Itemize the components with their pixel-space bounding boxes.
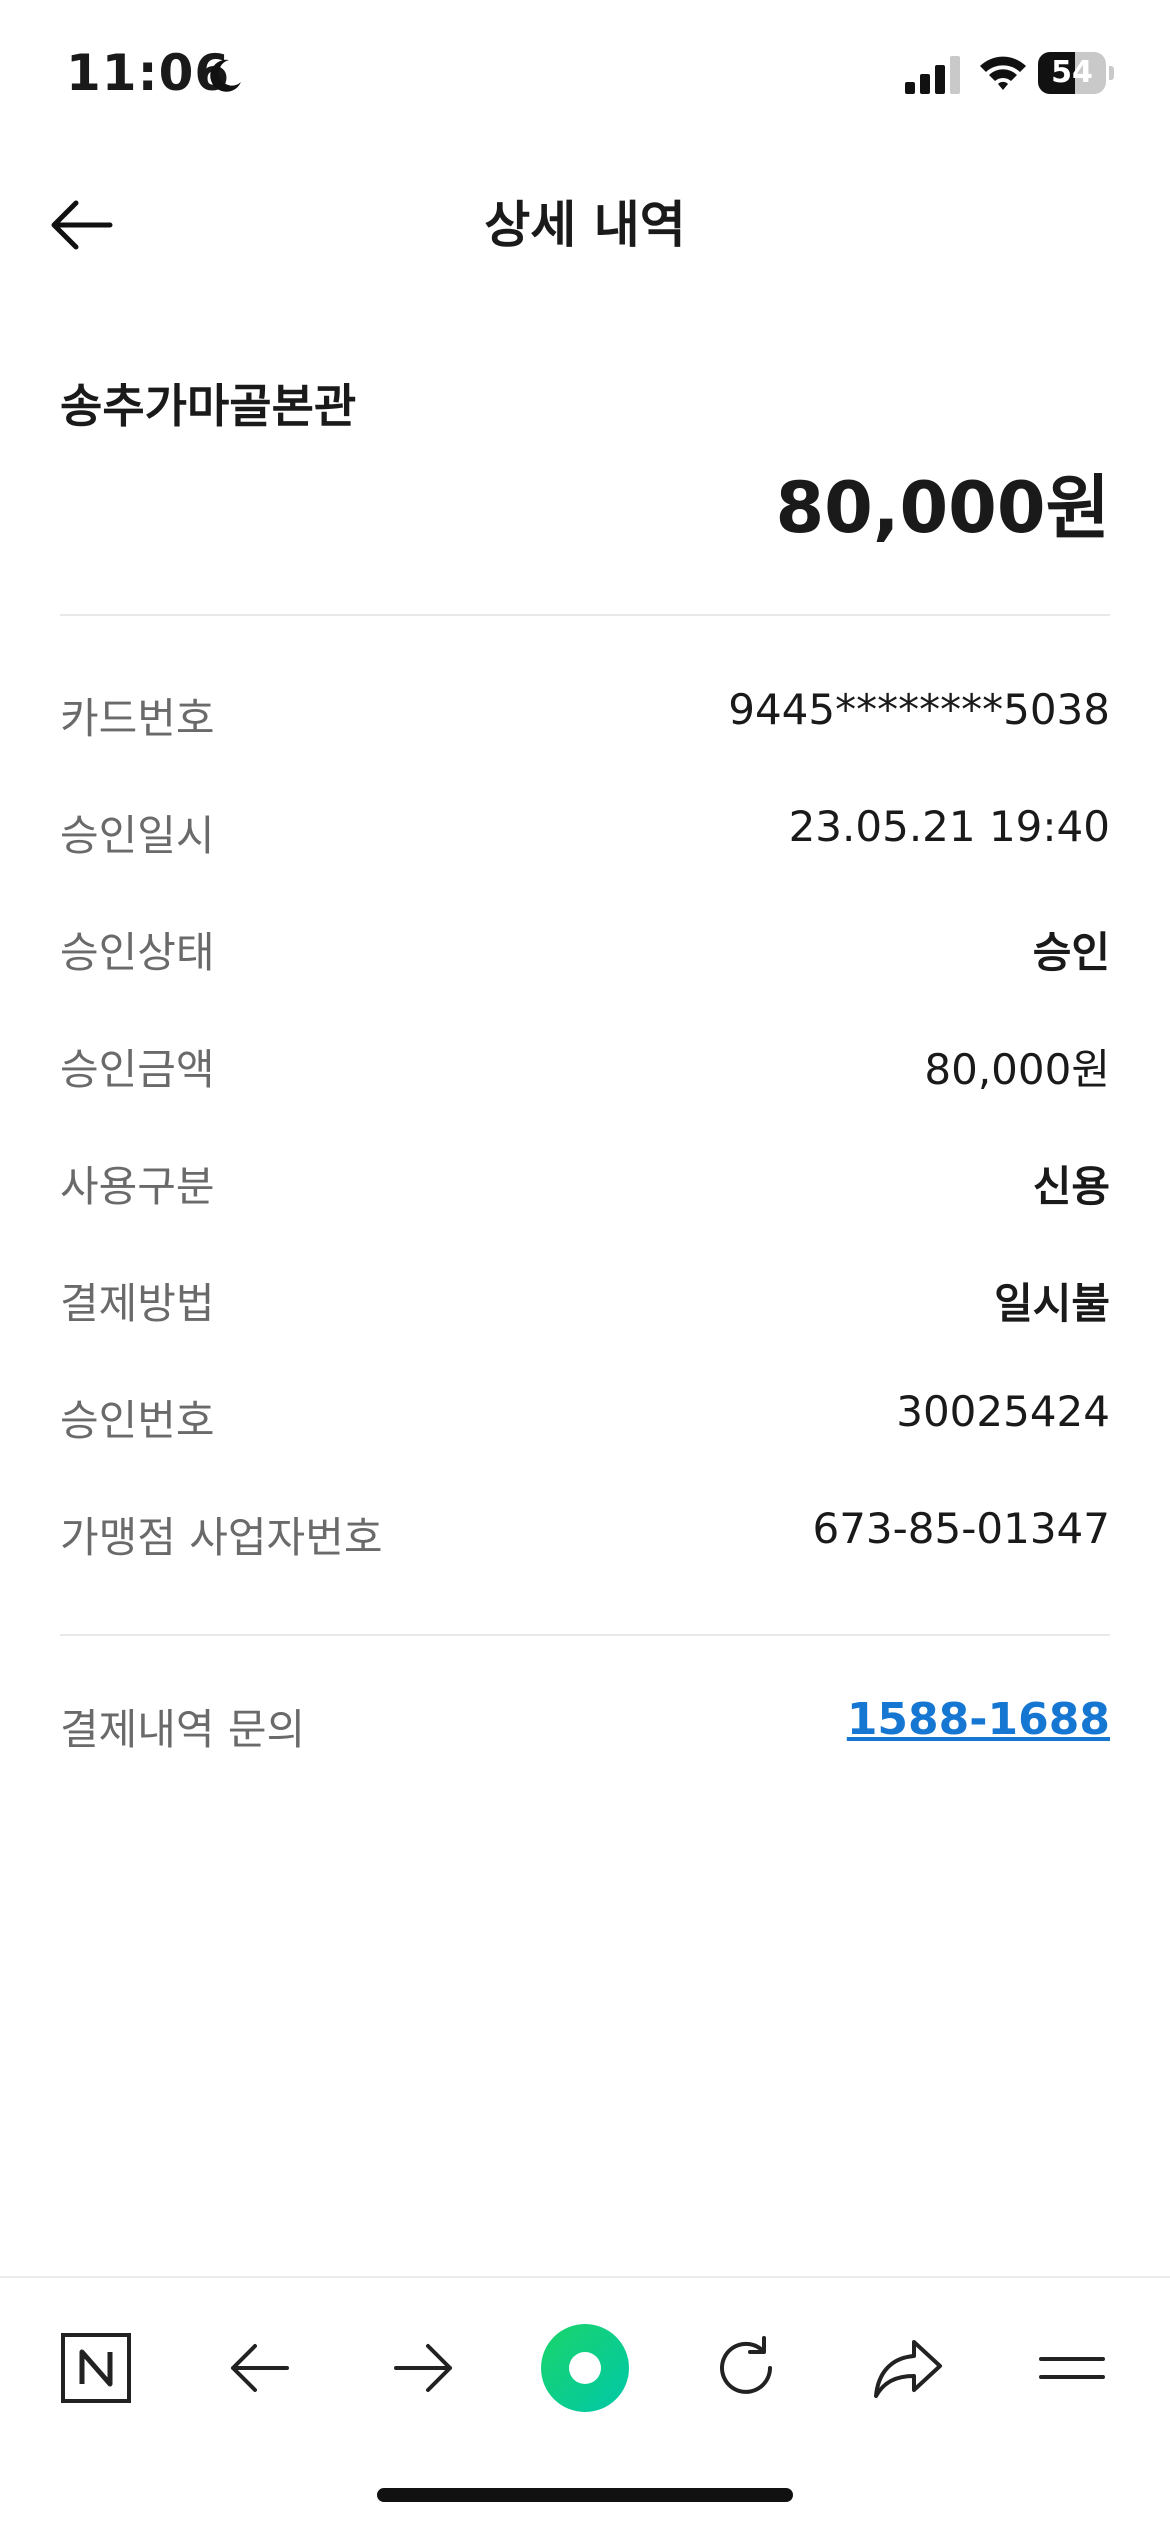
detail-label: 승인번호 — [60, 1396, 215, 1445]
battery-icon: 54 — [1038, 52, 1114, 94]
detail-row-payment-method: 결제방법 일시불 — [60, 1240, 1110, 1357]
home-indicator — [377, 2488, 793, 2502]
green-dot-icon — [541, 2324, 629, 2412]
detail-label: 카드번호 — [60, 694, 215, 743]
cellular-signal-icon — [905, 56, 960, 94]
detail-value: 일시불 — [994, 1279, 1110, 1328]
battery-level: 54 — [1051, 55, 1093, 90]
wifi-icon — [980, 56, 1026, 90]
detail-row-merchant-business-number: 가맹점 사업자번호 673-85-01347 — [60, 1474, 1110, 1591]
detail-row-usage-type: 사용구분 신용 — [60, 1123, 1110, 1240]
back-arrow-icon — [51, 200, 113, 250]
detail-label: 가맹점 사업자번호 — [60, 1513, 383, 1562]
detail-row-approval-amount: 승인금액 80,000원 — [60, 1006, 1110, 1123]
detail-value: 신용 — [1032, 1162, 1110, 1211]
forward-arrow-icon — [394, 2344, 452, 2392]
detail-row-approval-number: 승인번호 30025424 — [60, 1357, 1110, 1474]
green-dot-button[interactable] — [535, 2318, 635, 2418]
share-button[interactable] — [858, 2318, 958, 2418]
naver-home-button[interactable] — [46, 2318, 146, 2418]
menu-button[interactable] — [1022, 2318, 1122, 2418]
detail-value: 9445********5038 — [728, 685, 1110, 734]
browser-back-button[interactable] — [210, 2318, 310, 2418]
detail-row-card-number: 카드번호 9445********5038 — [60, 655, 1110, 772]
naver-n-icon — [61, 2333, 131, 2403]
page-title: 상세 내역 — [484, 196, 686, 254]
detail-value: 30025424 — [896, 1387, 1110, 1436]
refresh-icon — [720, 2336, 772, 2394]
inquiry-label: 결제내역 문의 — [60, 1705, 306, 1754]
detail-label: 승인금액 — [60, 1045, 215, 1094]
detail-label: 결제방법 — [60, 1279, 215, 1328]
moon-icon — [210, 59, 241, 92]
divider — [60, 1634, 1110, 1636]
detail-label: 사용구분 — [60, 1162, 215, 1211]
detail-label: 승인일시 — [60, 811, 215, 860]
menu-icon — [1039, 2357, 1105, 2379]
detail-value: 80,000원 — [924, 1045, 1110, 1094]
divider — [60, 614, 1110, 616]
back-button[interactable] — [40, 185, 120, 265]
detail-value: 673-85-01347 — [812, 1504, 1110, 1553]
share-icon — [874, 2340, 942, 2398]
detail-row-approval-status: 승인상태 승인 — [60, 889, 1110, 1006]
detail-list: 카드번호 9445********5038 승인일시 23.05.21 19:4… — [60, 655, 1110, 1591]
browser-forward-button[interactable] — [373, 2318, 473, 2418]
refresh-button[interactable] — [696, 2318, 796, 2418]
detail-value: 23.05.21 19:40 — [788, 802, 1110, 851]
merchant-name: 송추가마골본관 — [60, 379, 357, 433]
detail-row-approval-datetime: 승인일시 23.05.21 19:40 — [60, 772, 1110, 889]
total-amount: 80,000원 — [775, 467, 1110, 549]
detail-value: 승인 — [1032, 928, 1110, 977]
detail-label: 승인상태 — [60, 928, 215, 977]
inquiry-phone-link[interactable]: 1588-1688 — [847, 1694, 1110, 1745]
header: 상세 내역 — [0, 160, 1170, 290]
back-arrow-icon — [231, 2344, 289, 2392]
status-bar: 11:06 54 — [0, 0, 1170, 140]
